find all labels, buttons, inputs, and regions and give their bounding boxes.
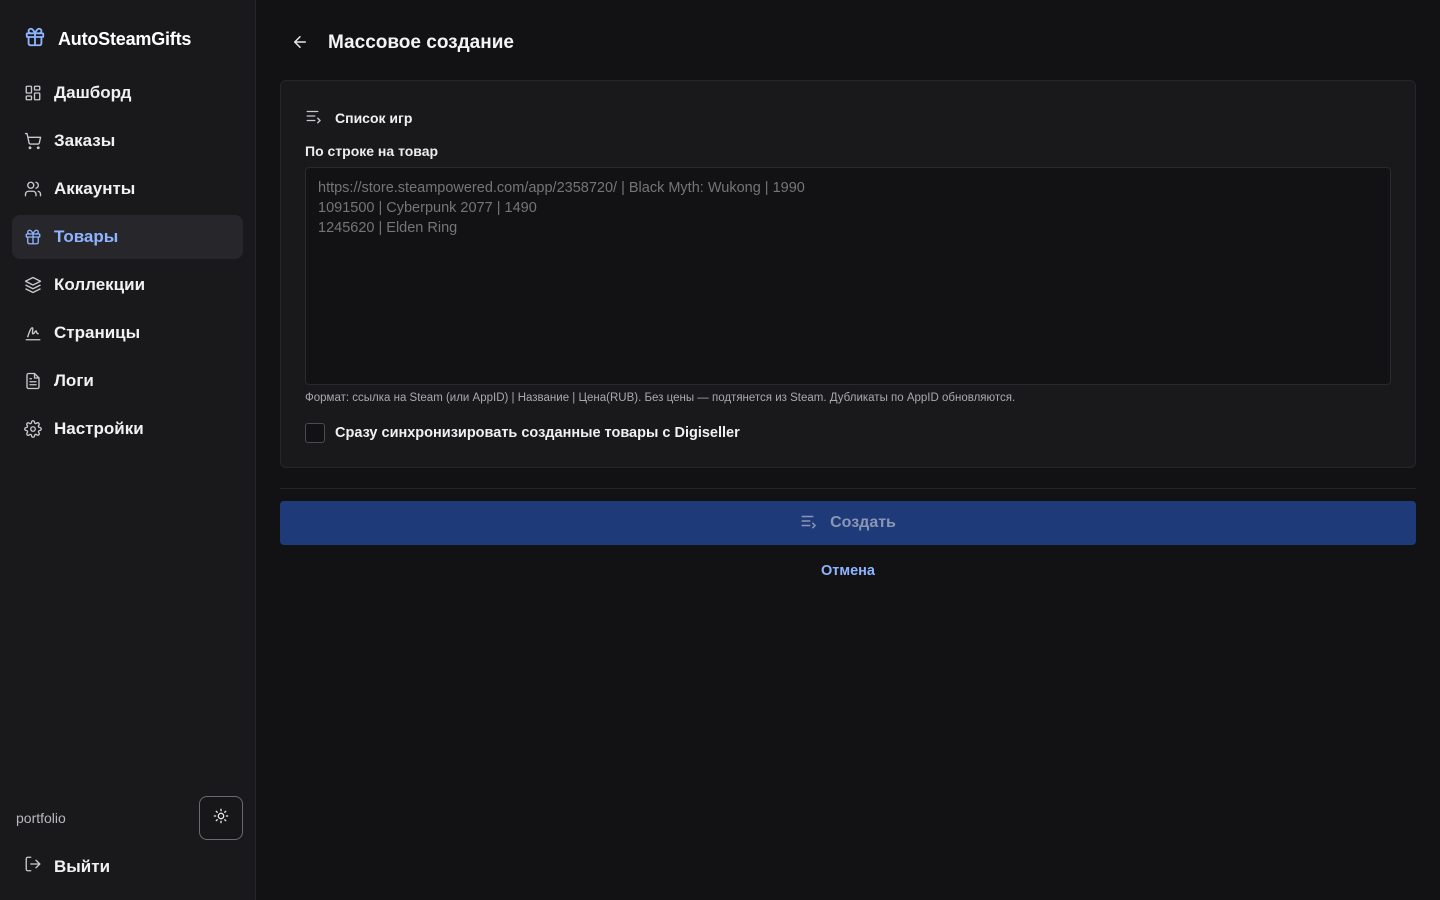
document-icon — [24, 372, 42, 390]
cart-icon — [24, 132, 42, 150]
sidebar-item-pages[interactable]: Страницы — [12, 311, 243, 355]
sidebar-item-label: Логи — [54, 371, 94, 390]
sidebar-nav: Дашборд Заказы Аккаунты Товары Коллекции… — [12, 71, 243, 455]
sync-checkbox-label[interactable]: Сразу синхронизировать созданные товары … — [335, 425, 740, 441]
back-button[interactable] — [290, 34, 310, 54]
logout-label: Выйти — [54, 856, 111, 876]
field-label: По строке на товар — [305, 143, 439, 159]
logout-button[interactable]: Выйти — [24, 855, 110, 878]
sidebar-item-collections[interactable]: Коллекции — [12, 263, 243, 307]
brand-name: AutoSteamGifts — [58, 29, 192, 49]
dashboard-grid-icon — [24, 84, 42, 102]
username: portfolio — [16, 810, 66, 826]
gear-icon — [24, 420, 42, 438]
sidebar-item-products[interactable]: Товары — [12, 215, 243, 259]
list-plus-icon — [800, 512, 818, 535]
signature-icon — [24, 324, 42, 342]
users-icon — [24, 180, 42, 198]
gift-icon — [24, 26, 46, 53]
format-hint: Формат: ссылка на Steam (или AppID) | На… — [305, 392, 1016, 404]
games-textarea[interactable] — [305, 167, 1391, 385]
card-header: Список игр — [305, 107, 412, 128]
list-plus-icon — [305, 107, 323, 128]
cancel-label[interactable]: Отмена — [821, 563, 875, 579]
sidebar-item-accounts[interactable]: Аккаунты — [12, 167, 243, 211]
sidebar-item-label: Дашборд — [54, 83, 132, 102]
sidebar: AutoSteamGifts Дашборд Заказы Аккаунты Т… — [0, 0, 256, 900]
games-list-card: Список игр По строке на товар Формат: сс… — [280, 80, 1416, 468]
sync-checkbox[interactable] — [305, 423, 325, 443]
arrow-left-icon — [291, 33, 309, 56]
sync-checkbox-row[interactable]: Сразу синхронизировать созданные товары … — [305, 423, 740, 443]
sun-icon — [213, 808, 229, 829]
brand[interactable]: AutoSteamGifts — [24, 26, 191, 53]
page-title: Массовое создание — [328, 32, 514, 53]
sidebar-item-dashboard[interactable]: Дашборд — [12, 71, 243, 115]
logout-icon — [24, 855, 42, 878]
sidebar-item-orders[interactable]: Заказы — [12, 119, 243, 163]
sidebar-item-logs[interactable]: Логи — [12, 359, 243, 403]
layers-icon — [24, 276, 42, 294]
sidebar-item-label: Коллекции — [54, 275, 146, 294]
divider — [280, 488, 1416, 489]
sidebar-item-settings[interactable]: Настройки — [12, 407, 243, 451]
sidebar-item-label: Аккаунты — [54, 179, 136, 198]
sidebar-item-label: Заказы — [54, 131, 116, 150]
create-button-label: Создать — [830, 514, 896, 531]
gift-icon — [24, 228, 42, 246]
theme-toggle-button[interactable] — [199, 796, 243, 840]
sidebar-item-label: Страницы — [54, 323, 141, 342]
card-title: Список игр — [335, 109, 413, 126]
sidebar-item-label: Товары — [54, 227, 119, 246]
sidebar-item-label: Настройки — [54, 419, 144, 438]
create-button[interactable]: Создать — [280, 501, 1416, 545]
cancel-link[interactable]: Отмена — [800, 562, 896, 580]
